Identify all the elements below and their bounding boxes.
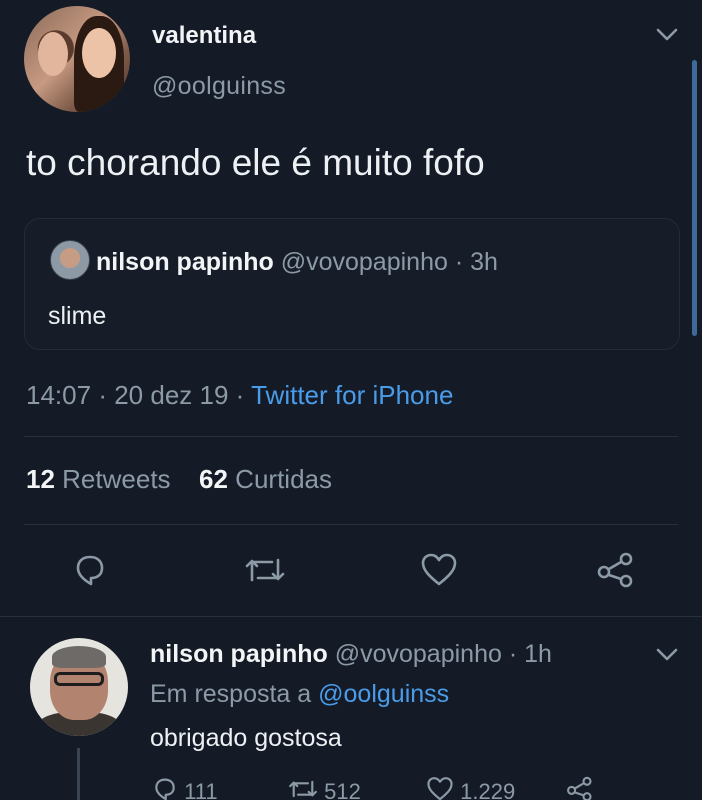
divider	[0, 616, 702, 617]
quoted-author-handle: @vovopapinho	[280, 248, 448, 276]
quoted-tweet-card[interactable]	[24, 218, 680, 350]
in-reply-to-prefix: Em resposta a	[150, 680, 312, 708]
avatar-hair	[52, 646, 106, 668]
separator-dot: ·	[235, 380, 245, 410]
author-handle[interactable]: @oolguinss	[152, 72, 286, 101]
in-reply-to: Em resposta a @oolguinss	[150, 680, 449, 709]
reply-icon[interactable]	[152, 776, 178, 800]
thread-line	[77, 748, 80, 800]
avatar-face	[82, 28, 116, 78]
scrollbar[interactable]	[692, 60, 697, 336]
reply-header: nilson papinho @vovopapinho · 1h	[150, 640, 552, 669]
reply-author-name[interactable]: nilson papinho	[150, 640, 328, 668]
tweet-stats: 12 Retweets 62 Curtidas	[26, 464, 332, 495]
reply-age: 1h	[524, 640, 552, 668]
divider	[24, 524, 678, 525]
quoted-tweet-age: 3h	[470, 248, 498, 276]
retweet-icon[interactable]	[288, 776, 318, 800]
likes-label[interactable]: Curtidas	[235, 464, 332, 494]
share-icon[interactable]	[566, 776, 594, 800]
share-icon[interactable]	[596, 552, 636, 588]
reply-retweet-action[interactable]: 512	[288, 776, 361, 800]
avatar-face	[38, 32, 68, 76]
reply-icon[interactable]	[72, 552, 108, 588]
separator-dot: ·	[98, 380, 107, 410]
tweet-detail-screen: valentina @oolguinss to chorando ele é m…	[0, 0, 702, 800]
author-avatar[interactable]	[24, 6, 130, 112]
tweet-timestamp-line: 14:07 · 20 dez 19 · Twitter for iPhone	[26, 380, 453, 411]
tweet-date: 20 dez 19	[114, 380, 229, 410]
separator-dot: ·	[508, 640, 518, 668]
heart-icon[interactable]	[426, 776, 454, 800]
reply-share-action[interactable]	[566, 776, 594, 800]
retweet-count: 512	[324, 779, 361, 800]
quoted-author-avatar	[50, 240, 90, 280]
author-display-name[interactable]: valentina	[152, 22, 256, 50]
tweet-time: 14:07	[26, 380, 92, 410]
chevron-down-icon[interactable]	[656, 648, 678, 662]
reply-reply-action[interactable]: 111	[152, 776, 218, 800]
reply-like-action[interactable]: 1.229	[426, 776, 515, 800]
quoted-author-name: nilson papinho	[96, 248, 274, 276]
tweet-source-link[interactable]: Twitter for iPhone	[251, 380, 453, 410]
separator-dot: ·	[454, 248, 464, 276]
tweet-text: to chorando ele é muito fofo	[26, 142, 485, 183]
quoted-tweet-header: nilson papinho @vovopapinho · 3h	[96, 248, 498, 277]
reply-author-avatar[interactable]	[30, 638, 128, 736]
retweets-count[interactable]: 12	[26, 464, 55, 494]
heart-icon[interactable]	[420, 552, 458, 588]
chevron-down-icon[interactable]	[656, 28, 678, 42]
reply-count: 111	[184, 779, 218, 800]
retweet-icon[interactable]	[244, 552, 286, 588]
retweets-label[interactable]: Retweets	[62, 464, 170, 494]
divider	[24, 436, 678, 437]
in-reply-to-user-link[interactable]: @oolguinss	[318, 680, 449, 708]
avatar-glasses	[54, 672, 104, 686]
quoted-tweet-text: slime	[48, 302, 107, 330]
reply-author-handle[interactable]: @vovopapinho	[335, 640, 502, 668]
reply-text: obrigado gostosa	[150, 724, 342, 752]
likes-count[interactable]: 62	[199, 464, 228, 494]
like-count: 1.229	[460, 779, 516, 800]
